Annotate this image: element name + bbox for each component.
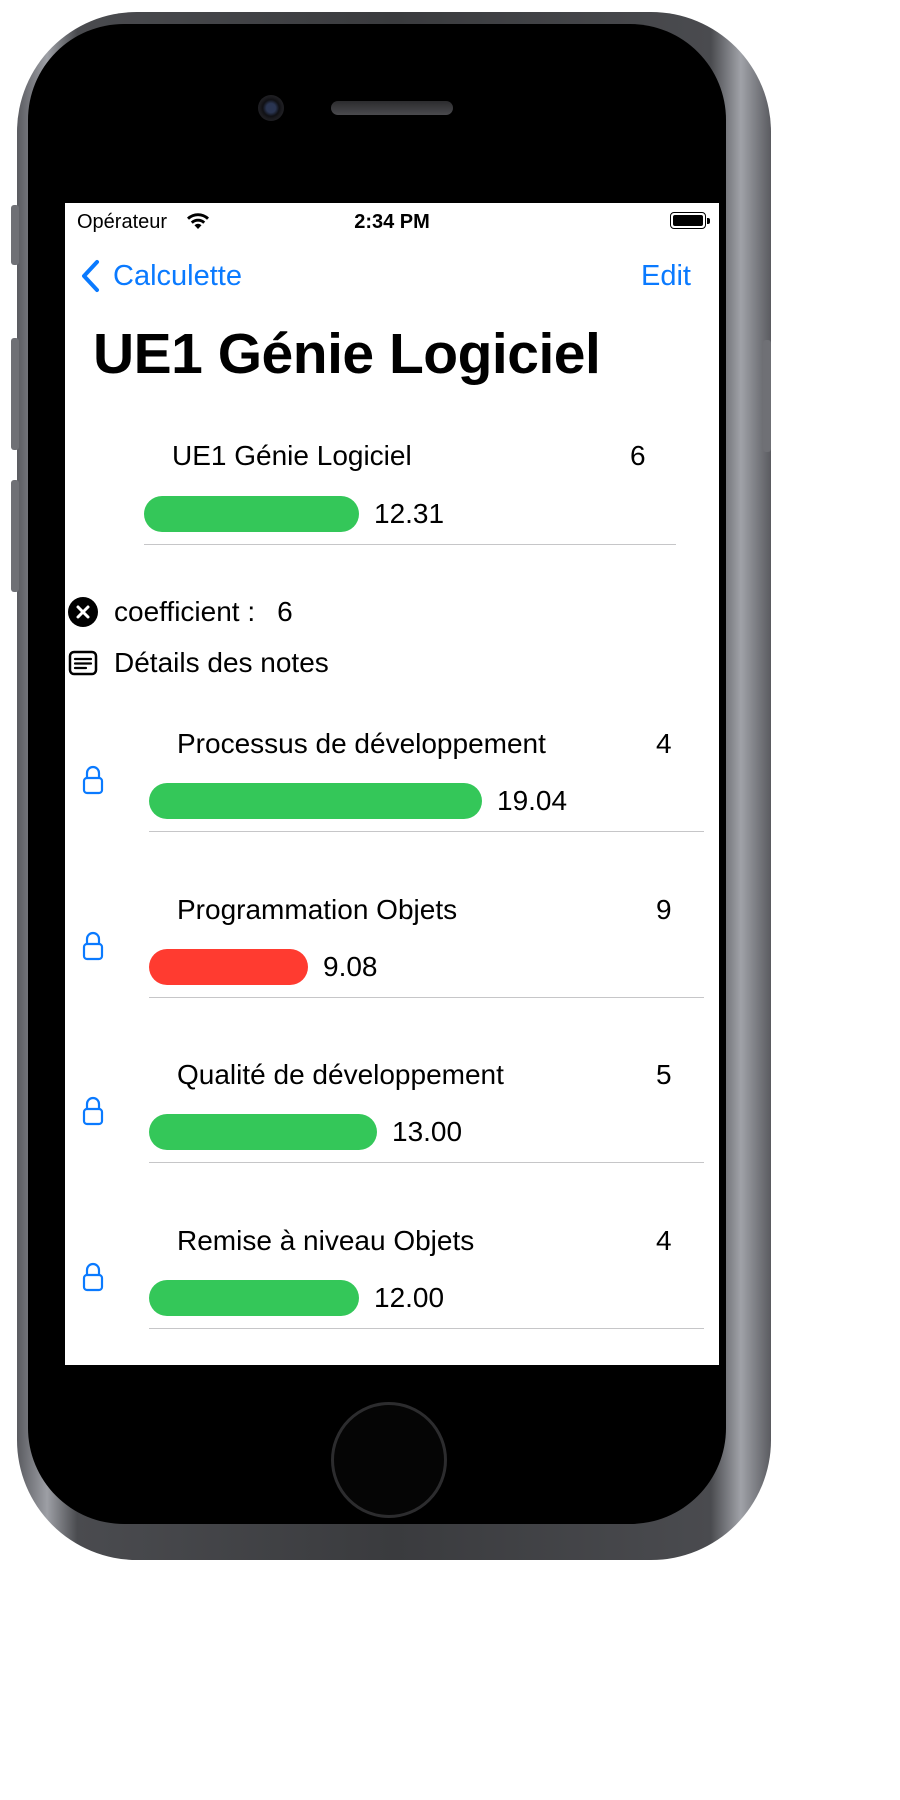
mute-switch <box>11 205 19 265</box>
subject-row[interactable]: Qualité de développement 5 13.00 <box>65 1055 719 1165</box>
earpiece-speaker <box>331 101 453 115</box>
divider <box>149 831 704 832</box>
subject-average: 9.08 <box>323 951 378 982</box>
volume-up-button <box>11 338 19 450</box>
battery-icon <box>670 212 710 229</box>
screen: Opérateur 2:34 PM Calculette Edit UE1 Gé… <box>65 203 719 1365</box>
subject-coefficient: 5 <box>656 1059 672 1090</box>
subject-average: 13.00 <box>392 1116 463 1147</box>
subject-name: Programmation Objets <box>177 894 458 925</box>
coefficient-line: coefficient : 6 <box>68 596 293 628</box>
back-button[interactable]: Calculette <box>79 258 242 294</box>
subject-name: Qualité de développement <box>177 1059 504 1090</box>
divider <box>149 1328 704 1329</box>
summary-average: 12.31 <box>374 498 445 529</box>
coefficient-value: 6 <box>277 596 293 627</box>
subject-row[interactable]: Processus de développement 4 19.04 <box>65 724 719 834</box>
lock-icon[interactable] <box>82 1096 104 1126</box>
subject-average-bar <box>149 1114 377 1150</box>
chevron-left-icon <box>82 260 99 292</box>
lock-icon[interactable] <box>82 765 104 795</box>
power-button <box>763 340 771 452</box>
front-camera <box>258 95 284 121</box>
coefficient-label: coefficient : <box>114 596 256 627</box>
subject-average-bar <box>149 1280 359 1316</box>
subject-coefficient: 4 <box>656 728 672 759</box>
volume-down-button <box>11 480 19 592</box>
divider <box>144 544 676 545</box>
notes-list-icon <box>68 650 98 676</box>
lock-icon[interactable] <box>82 1262 104 1292</box>
notes-details-label: Détails des notes <box>114 647 329 678</box>
page-title: UE1 Génie Logiciel <box>93 322 601 386</box>
home-button[interactable] <box>331 1402 447 1518</box>
subject-row[interactable]: Programmation Objets 9 9.08 <box>65 890 719 1000</box>
back-button-label: Calculette <box>113 259 242 292</box>
edit-button[interactable]: Edit <box>641 260 691 293</box>
subject-average: 19.04 <box>497 785 568 816</box>
subject-row[interactable]: Remise à niveau Objets 4 12.00 <box>65 1221 719 1331</box>
subject-coefficient: 9 <box>656 894 672 925</box>
lock-icon[interactable] <box>82 931 104 961</box>
close-circle-icon <box>68 597 98 627</box>
divider <box>149 997 704 998</box>
summary-coefficient: 6 <box>630 440 646 471</box>
subject-name: Processus de développement <box>177 728 546 759</box>
subject-average-bar <box>149 783 482 819</box>
subject-coefficient: 4 <box>656 1225 672 1256</box>
summary-average-bar <box>144 496 359 532</box>
divider <box>149 1162 704 1163</box>
subject-average: 12.00 <box>374 1282 445 1313</box>
status-bar: Opérateur 2:34 PM <box>65 203 719 239</box>
summary-name: UE1 Génie Logiciel <box>172 440 412 471</box>
subject-average-bar <box>149 949 308 985</box>
subject-name: Remise à niveau Objets <box>177 1225 475 1256</box>
status-time: 2:34 PM <box>354 211 430 233</box>
summary-row[interactable]: UE1 Génie Logiciel 6 12.31 <box>65 438 719 548</box>
notes-details-line: Détails des notes <box>68 647 329 679</box>
